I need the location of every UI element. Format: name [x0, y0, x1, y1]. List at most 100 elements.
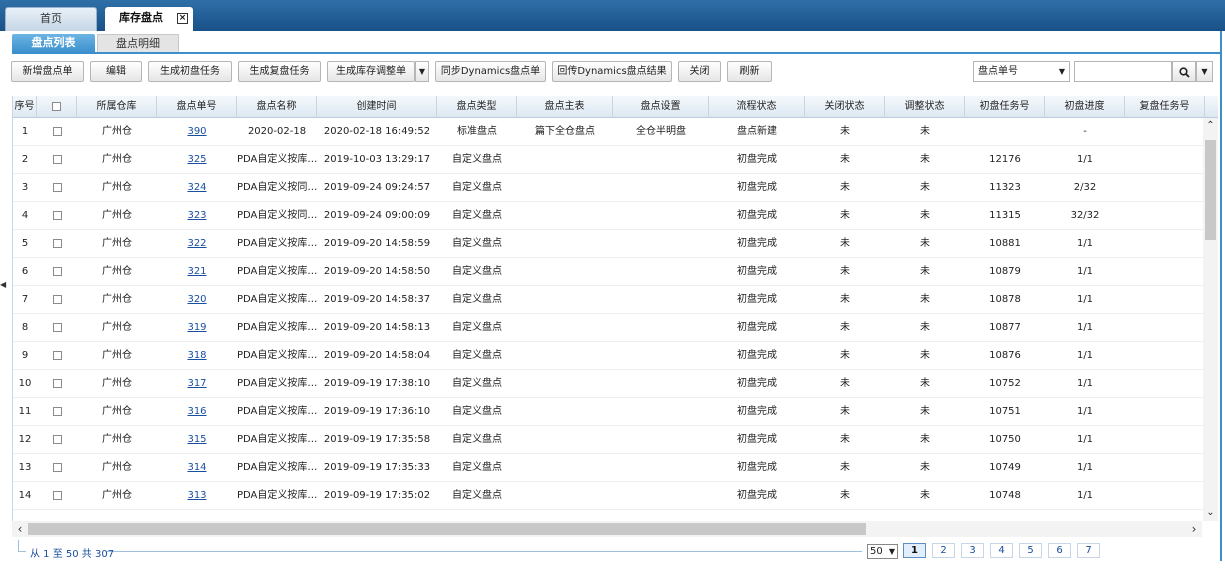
close-order-button[interactable]: 关闭	[678, 61, 721, 82]
page-4-button[interactable]: 4	[990, 543, 1013, 558]
row-checkbox[interactable]	[52, 266, 62, 276]
page-5-button[interactable]: 5	[1019, 543, 1042, 558]
table-row[interactable]: 4 广州仓 323 PDA自定义按同… 2019-09-24 09:00:09 自定义盘点…	[13, 202, 1203, 230]
page-6-button[interactable]: 6	[1048, 543, 1071, 558]
col-close-status[interactable]: 关闭状态	[805, 96, 885, 118]
row-checkbox[interactable]	[52, 490, 62, 500]
table-row[interactable]: 12 广州仓 315 PDA自定义按库… 2019-09-19 17:35:58 自定义盘…	[13, 426, 1203, 454]
page-size-select[interactable]: 50 ▼	[867, 544, 898, 559]
table-row[interactable]: 7 广州仓 320 PDA自定义按库… 2019-09-20 14:58:37 自定义盘点…	[13, 286, 1203, 314]
row-checkbox[interactable]	[52, 126, 62, 136]
tab-inventory-count[interactable]: 库存盘点 ×	[105, 7, 193, 31]
col-created[interactable]: 创建时间	[317, 96, 437, 118]
col-recheck-no[interactable]: 复盘任务号	[1125, 96, 1205, 118]
chevron-down-icon[interactable]: ▼	[415, 61, 429, 82]
order-no-link[interactable]: 390	[187, 126, 206, 137]
cell-progress: 1/1	[1076, 266, 1094, 277]
search-input[interactable]	[1074, 61, 1172, 82]
search-button[interactable]	[1172, 61, 1196, 82]
row-checkbox[interactable]	[52, 462, 62, 472]
row-checkbox[interactable]	[52, 434, 62, 444]
cell-progress: 1/1	[1076, 406, 1094, 417]
cell-taskno: 10751	[989, 406, 1021, 417]
table-row[interactable]: 8 广州仓 319 PDA自定义按库… 2019-09-20 14:58:13 自定义盘点…	[13, 314, 1203, 342]
return-dynamics-result-button[interactable]: 回传Dynamics盘点结果	[552, 61, 672, 82]
col-type[interactable]: 盘点类型	[437, 96, 517, 118]
generate-initial-task-button[interactable]: 生成初盘任务	[148, 61, 232, 82]
cell-warehouse: 广州仓	[102, 266, 132, 277]
col-setting[interactable]: 盘点设置	[613, 96, 709, 118]
horizontal-scroll-thumb[interactable]	[28, 523, 866, 535]
table-row[interactable]: 2 广州仓 325 PDA自定义按库… 2019-10-03 13:29:17 自定义盘点…	[13, 146, 1203, 174]
horizontal-scrollbar[interactable]: ‹ ›	[12, 521, 1202, 537]
subtab-count-detail[interactable]: 盘点明细	[97, 34, 179, 53]
cell-cb	[37, 258, 77, 286]
col-adjust-status[interactable]: 调整状态	[885, 96, 965, 118]
refresh-button[interactable]: 刷新	[727, 61, 772, 82]
add-count-order-button[interactable]: 新增盘点单	[11, 61, 84, 82]
row-checkbox[interactable]	[52, 406, 62, 416]
order-no-link[interactable]: 322	[187, 238, 206, 249]
order-no-link[interactable]: 314	[187, 462, 206, 473]
page-7-button[interactable]: 7	[1077, 543, 1100, 558]
row-checkbox[interactable]	[52, 322, 62, 332]
row-checkbox[interactable]	[52, 154, 62, 164]
close-icon[interactable]: ×	[177, 13, 188, 24]
chevron-left-icon[interactable]: ◀	[0, 280, 8, 294]
select-all-checkbox[interactable]	[52, 101, 61, 111]
page-1-button[interactable]: 1	[903, 543, 926, 558]
chevron-up-icon[interactable]: ⌃	[1203, 118, 1218, 134]
order-no-link[interactable]: 321	[187, 266, 206, 277]
order-no-link[interactable]: 325	[187, 154, 206, 165]
col-name[interactable]: 盘点名称	[237, 96, 317, 118]
order-no-link[interactable]: 317	[187, 378, 206, 389]
generate-adjustment-button[interactable]: 生成库存调整单	[327, 61, 415, 82]
col-warehouse[interactable]: 所属仓库	[77, 96, 157, 118]
cell-cb	[37, 342, 77, 370]
vertical-scroll-thumb[interactable]	[1205, 140, 1216, 240]
row-checkbox[interactable]	[52, 182, 62, 192]
subtab-count-list[interactable]: 盘点列表	[12, 34, 95, 53]
order-no-link[interactable]: 323	[187, 210, 206, 221]
col-flow-status[interactable]: 流程状态	[709, 96, 805, 118]
edit-button[interactable]: 编辑	[90, 61, 142, 82]
order-no-link[interactable]: 313	[187, 490, 206, 501]
row-checkbox[interactable]	[52, 294, 62, 304]
order-no-link[interactable]: 316	[187, 406, 206, 417]
table-row[interactable]: 9 广州仓 318 PDA自定义按库… 2019-09-20 14:58:04 自定义盘点…	[13, 342, 1203, 370]
table-row[interactable]: 11 广州仓 316 PDA自定义按库… 2019-09-19 17:36:10 自定义盘…	[13, 398, 1203, 426]
order-no-link[interactable]: 318	[187, 350, 206, 361]
table-row[interactable]: 14 广州仓 313 PDA自定义按库… 2019-09-19 17:35:02 自定义盘…	[13, 482, 1203, 510]
table-row[interactable]: 5 广州仓 322 PDA自定义按库… 2019-09-20 14:58:59 自定义盘点…	[13, 230, 1203, 258]
table-row[interactable]: 6 广州仓 321 PDA自定义按库… 2019-09-20 14:58:50 自定义盘点…	[13, 258, 1203, 286]
vertical-scrollbar[interactable]: ⌃ ⌄	[1203, 118, 1218, 521]
col-task-no[interactable]: 初盘任务号	[965, 96, 1045, 118]
col-progress[interactable]: 初盘进度	[1045, 96, 1125, 118]
table-row[interactable]: 3 广州仓 324 PDA自定义按同… 2019-09-24 09:24:57 自定义盘点…	[13, 174, 1203, 202]
search-field-select[interactable]: 盘点单号 ▼	[973, 61, 1070, 82]
table-row[interactable]: 13 广州仓 314 PDA自定义按库… 2019-09-19 17:35:33 自定义盘…	[13, 454, 1203, 482]
cell-name: PDA自定义按库…	[237, 462, 317, 473]
cell-flow: 初盘完成	[737, 322, 777, 333]
order-no-link[interactable]: 315	[187, 434, 206, 445]
chevron-right-icon[interactable]: ›	[1186, 521, 1202, 537]
order-no-link[interactable]: 319	[187, 322, 206, 333]
page-3-button[interactable]: 3	[961, 543, 984, 558]
col-order-no[interactable]: 盘点单号	[157, 96, 237, 118]
tab-home[interactable]: 首页	[5, 7, 97, 31]
page-2-button[interactable]: 2	[932, 543, 955, 558]
generate-recheck-task-button[interactable]: 生成复盘任务	[238, 61, 321, 82]
row-checkbox[interactable]	[52, 350, 62, 360]
row-checkbox[interactable]	[52, 378, 62, 388]
chevron-left-icon[interactable]: ‹	[12, 521, 28, 537]
chevron-down-icon[interactable]: ⌄	[1203, 505, 1218, 521]
search-options-button[interactable]: ▼	[1196, 61, 1213, 82]
order-no-link[interactable]: 320	[187, 294, 206, 305]
row-checkbox[interactable]	[52, 210, 62, 220]
order-no-link[interactable]: 324	[187, 182, 206, 193]
sync-dynamics-button[interactable]: 同步Dynamics盘点单	[435, 61, 546, 82]
table-row[interactable]: 1 广州仓 390 2020-02-18 2020-02-18 16:49:52 标准盘点…	[13, 118, 1203, 146]
table-row[interactable]: 10 广州仓 317 PDA自定义按库… 2019-09-19 17:38:10 自定义盘…	[13, 370, 1203, 398]
row-checkbox[interactable]	[52, 238, 62, 248]
col-main[interactable]: 盘点主表	[517, 96, 613, 118]
